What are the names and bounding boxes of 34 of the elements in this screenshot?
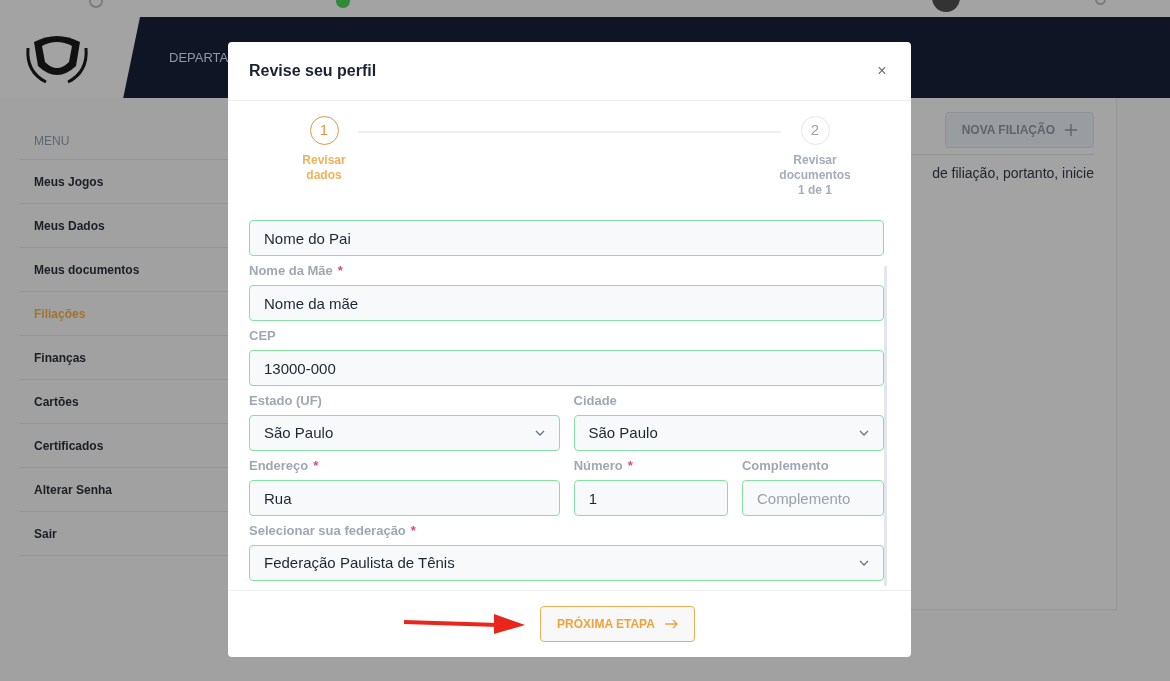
scrollbar[interactable] — [884, 266, 887, 586]
field-label: Complemento — [741, 456, 829, 475]
chevron-down-icon — [859, 430, 869, 436]
required-mark: * — [337, 261, 343, 280]
step-label: Revisar dados — [301, 153, 347, 183]
input-field[interactable]: Rua — [249, 480, 560, 516]
field-label: Cidade — [573, 391, 617, 410]
select-field[interactable]: São Paulo — [573, 415, 884, 451]
required-mark: * — [313, 456, 319, 475]
required-mark: * — [410, 521, 416, 540]
field-label: Selecionar sua federação — [249, 521, 407, 540]
plus-icon — [1065, 124, 1077, 136]
input-field[interactable]: Nome da mãe — [249, 285, 884, 321]
step-detail: 1 de 1 — [797, 183, 833, 198]
required-mark: * — [627, 456, 633, 475]
input-field[interactable]: 1 — [573, 480, 728, 516]
input-field[interactable]: Nome do Pai — [249, 220, 884, 256]
nav-link[interactable]: DEPARTA — [169, 47, 229, 68]
chevron-down-icon — [859, 560, 869, 566]
close-button[interactable]: × — [874, 59, 890, 83]
select-field[interactable]: São Paulo — [249, 415, 560, 451]
input-field[interactable]: 13000-000 — [249, 350, 884, 386]
step-label: Revisar documentos — [778, 153, 852, 183]
field-label: Número — [573, 456, 624, 475]
field-label: Estado (UF) — [249, 391, 322, 410]
chevron-down-icon — [534, 430, 545, 436]
input-field[interactable]: Complemento — [741, 480, 884, 516]
arrow-right-icon — [664, 619, 678, 629]
field-label: Endereço — [249, 456, 310, 475]
info-text: de filiação, portanto, inicie — [932, 164, 1094, 183]
field-label: Nome da Mãe — [249, 261, 334, 280]
select-field[interactable]: Federação Paulista de Tênis — [249, 545, 884, 581]
modal-title: Revise seu perfil — [249, 61, 377, 81]
field-label: CEP — [249, 326, 276, 345]
